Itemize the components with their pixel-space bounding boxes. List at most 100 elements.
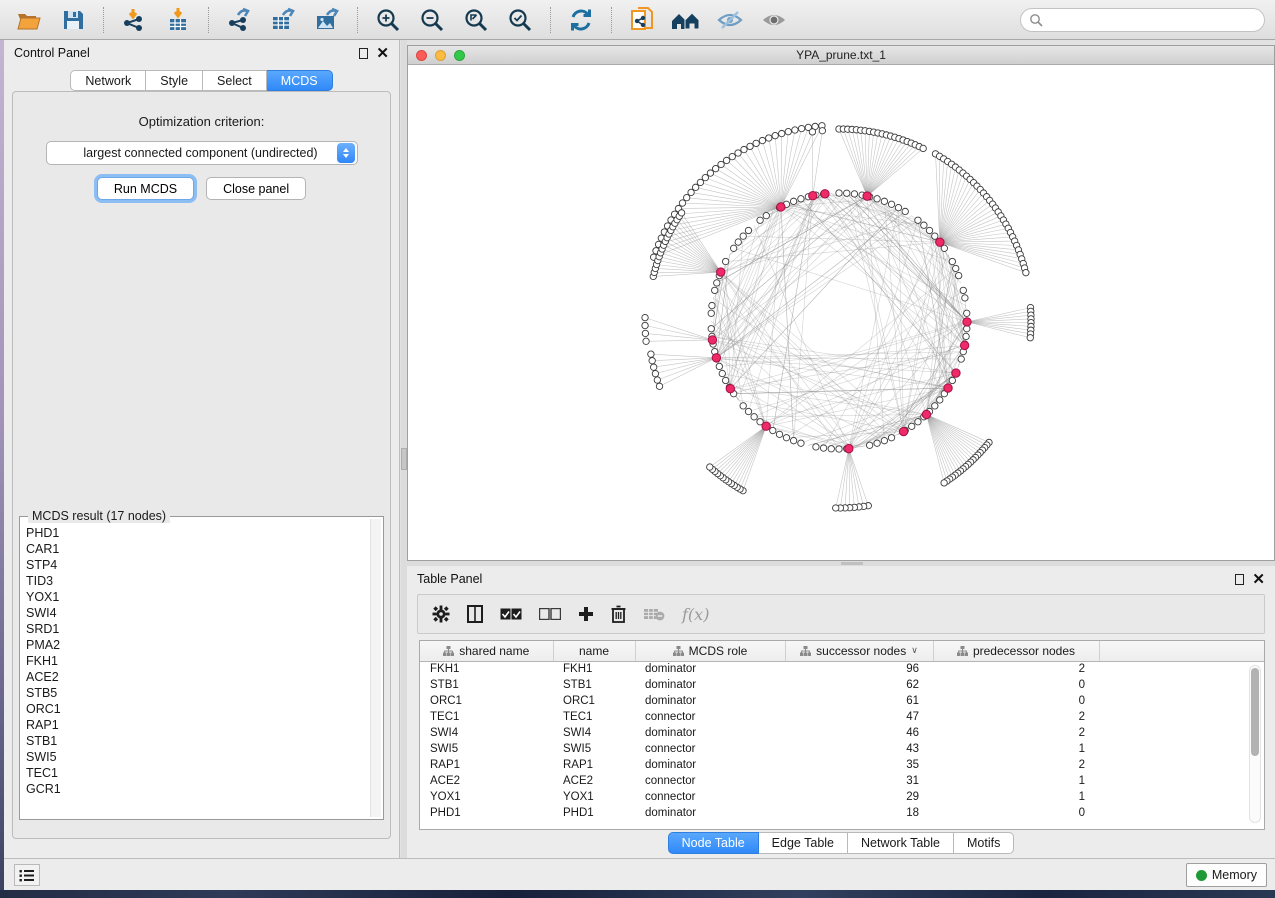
mcds-node[interactable] bbox=[762, 422, 770, 430]
tab-motifs[interactable]: Motifs bbox=[954, 832, 1014, 854]
table-cell[interactable]: YOX1 bbox=[553, 789, 635, 805]
export-image-button[interactable] bbox=[308, 4, 346, 36]
mcds-result-item[interactable]: GCR1 bbox=[26, 781, 369, 797]
table-cell[interactable]: 2 bbox=[933, 757, 1099, 773]
table-cell[interactable]: 96 bbox=[785, 661, 933, 677]
table-cell[interactable]: 31 bbox=[785, 773, 933, 789]
table-cell[interactable]: YOX1 bbox=[420, 789, 553, 805]
table-row[interactable]: FKH1FKH1dominator962 bbox=[420, 661, 1264, 677]
mcds-node[interactable] bbox=[960, 341, 968, 349]
table-cell[interactable]: dominator bbox=[635, 757, 785, 773]
mcds-node[interactable] bbox=[922, 410, 930, 418]
table-cell[interactable]: connector bbox=[635, 709, 785, 725]
tab-node-table[interactable]: Node Table bbox=[668, 832, 759, 854]
export-table-button[interactable] bbox=[264, 4, 302, 36]
mcds-result-item[interactable]: YOX1 bbox=[26, 589, 369, 605]
tab-network-table[interactable]: Network Table bbox=[848, 832, 954, 854]
show-columns-icon[interactable] bbox=[467, 605, 483, 623]
select-all-columns-icon[interactable] bbox=[500, 608, 522, 620]
mcds-result-item[interactable]: SWI5 bbox=[26, 749, 369, 765]
mcds-node[interactable] bbox=[821, 190, 829, 198]
float-panel-icon[interactable] bbox=[1235, 574, 1244, 585]
mcds-result-item[interactable]: PHD1 bbox=[26, 525, 369, 541]
table-cell[interactable]: STB1 bbox=[553, 677, 635, 693]
zoom-out-button[interactable] bbox=[413, 4, 451, 36]
clone-network-button[interactable] bbox=[623, 4, 661, 36]
refresh-view-button[interactable] bbox=[562, 4, 600, 36]
mcds-result-item[interactable]: TEC1 bbox=[26, 765, 369, 781]
table-cell[interactable]: TEC1 bbox=[420, 709, 553, 725]
mcds-node[interactable] bbox=[944, 384, 952, 392]
show-panels-list-button[interactable] bbox=[14, 864, 40, 886]
zoom-selected-button[interactable] bbox=[501, 4, 539, 36]
splitter-grip[interactable] bbox=[841, 562, 863, 565]
mcds-node[interactable] bbox=[717, 268, 725, 276]
open-session-button[interactable] bbox=[10, 4, 48, 36]
close-panel-icon[interactable]: ✕ bbox=[376, 48, 389, 59]
table-cell[interactable]: 29 bbox=[785, 789, 933, 805]
mcds-result-item[interactable]: SRD1 bbox=[26, 621, 369, 637]
run-mcds-button[interactable]: Run MCDS bbox=[97, 177, 194, 200]
table-cell[interactable]: 47 bbox=[785, 709, 933, 725]
network-graph[interactable] bbox=[408, 65, 1274, 560]
table-row[interactable]: ACE2ACE2connector311 bbox=[420, 773, 1264, 789]
table-cell[interactable]: 0 bbox=[933, 693, 1099, 709]
table-cell[interactable]: 0 bbox=[933, 805, 1099, 821]
table-cell[interactable]: 35 bbox=[785, 757, 933, 773]
mcds-list-scrollbar[interactable] bbox=[370, 519, 381, 817]
table-cell[interactable]: 1 bbox=[933, 773, 1099, 789]
mcds-result-item[interactable]: STB1 bbox=[26, 733, 369, 749]
table-cell[interactable]: dominator bbox=[635, 693, 785, 709]
hide-selected-button[interactable] bbox=[711, 4, 749, 36]
table-scrollbar-thumb[interactable] bbox=[1251, 668, 1259, 756]
table-row[interactable]: STB1STB1dominator620 bbox=[420, 677, 1264, 693]
float-panel-icon[interactable] bbox=[359, 48, 368, 59]
table-cell[interactable]: PHD1 bbox=[420, 805, 553, 821]
table-cell[interactable]: 43 bbox=[785, 741, 933, 757]
close-window-icon[interactable] bbox=[416, 50, 427, 61]
table-cell[interactable]: dominator bbox=[635, 725, 785, 741]
mcds-node[interactable] bbox=[708, 336, 716, 344]
mcds-result-item[interactable]: SWI4 bbox=[26, 605, 369, 621]
export-network-button[interactable] bbox=[220, 4, 258, 36]
maximize-window-icon[interactable] bbox=[454, 50, 465, 61]
network-canvas[interactable] bbox=[408, 65, 1274, 560]
close-panel-icon[interactable]: ✕ bbox=[1252, 574, 1265, 585]
mcds-result-item[interactable]: STB5 bbox=[26, 685, 369, 701]
zoom-fit-button[interactable] bbox=[457, 4, 495, 36]
table-cell[interactable]: 2 bbox=[933, 709, 1099, 725]
table-scrollbar[interactable] bbox=[1249, 665, 1261, 823]
mcds-node[interactable] bbox=[936, 238, 944, 246]
mcds-result-item[interactable]: TID3 bbox=[26, 573, 369, 589]
table-cell[interactable]: PHD1 bbox=[553, 805, 635, 821]
save-session-button[interactable] bbox=[54, 4, 92, 36]
table-cell[interactable]: 2 bbox=[933, 661, 1099, 677]
mcds-node[interactable] bbox=[726, 384, 734, 392]
table-cell[interactable]: SWI5 bbox=[420, 741, 553, 757]
table-settings-gear-icon[interactable] bbox=[432, 605, 450, 623]
zoom-in-button[interactable] bbox=[369, 4, 407, 36]
table-row[interactable]: ORC1ORC1dominator610 bbox=[420, 693, 1264, 709]
table-cell[interactable]: 2 bbox=[933, 725, 1099, 741]
mcds-node[interactable] bbox=[845, 444, 853, 452]
mcds-node[interactable] bbox=[809, 192, 817, 200]
table-cell[interactable]: TEC1 bbox=[553, 709, 635, 725]
table-cell[interactable]: ORC1 bbox=[420, 693, 553, 709]
table-cell[interactable]: 18 bbox=[785, 805, 933, 821]
table-row[interactable]: YOX1YOX1connector291 bbox=[420, 789, 1264, 805]
tab-select[interactable]: Select bbox=[203, 70, 267, 91]
table-cell[interactable]: RAP1 bbox=[553, 757, 635, 773]
mcds-result-item[interactable]: FKH1 bbox=[26, 653, 369, 669]
mcds-node[interactable] bbox=[712, 354, 720, 362]
mcds-node[interactable] bbox=[863, 192, 871, 200]
table-cell[interactable]: 1 bbox=[933, 789, 1099, 805]
tab-network[interactable]: Network bbox=[70, 70, 146, 91]
column-header-name[interactable]: name bbox=[553, 641, 635, 661]
table-cell[interactable]: ACE2 bbox=[420, 773, 553, 789]
table-row[interactable]: RAP1RAP1dominator352 bbox=[420, 757, 1264, 773]
mcds-node[interactable] bbox=[777, 203, 785, 211]
first-neighbors-button[interactable] bbox=[667, 4, 705, 36]
table-cell[interactable]: 46 bbox=[785, 725, 933, 741]
tab-edge-table[interactable]: Edge Table bbox=[759, 832, 848, 854]
mcds-result-item[interactable]: ORC1 bbox=[26, 701, 369, 717]
